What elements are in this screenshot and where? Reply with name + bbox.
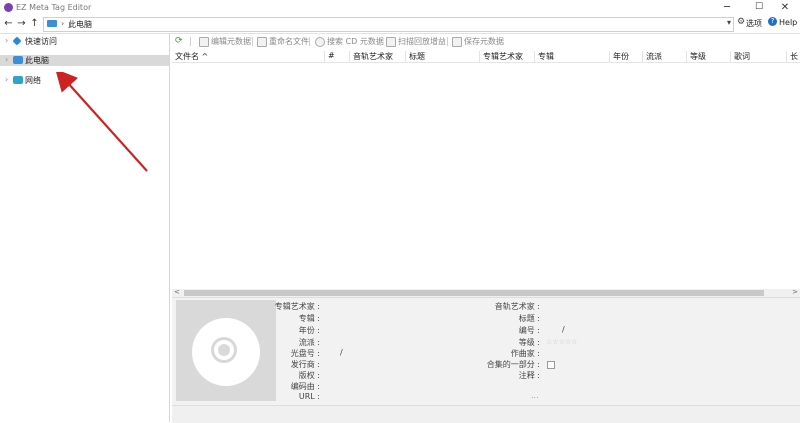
tree-item-quick-access[interactable]: › 快速访问	[0, 36, 169, 47]
save-metadata-button[interactable]: 保存元数据	[452, 36, 504, 47]
year-label: 年份 :	[298, 326, 320, 335]
album-artist-label: 专辑艺术家 :	[274, 302, 320, 311]
toolbar-label: 重命名文件	[269, 37, 309, 46]
toolbar-label: 搜索 CD 元数据	[327, 37, 384, 46]
help-icon[interactable]: ?	[768, 17, 777, 26]
options-button[interactable]: 选项	[746, 18, 762, 29]
url-label: URL :	[298, 392, 320, 401]
rating-label: 等级 :	[518, 338, 540, 347]
disc-number-value[interactable]: /	[340, 348, 343, 357]
disc-number-label: 光盘号 :	[290, 349, 320, 358]
search-cd-metadata-button[interactable]: 搜索 CD 元数据	[315, 36, 384, 47]
edit-icon	[199, 36, 209, 47]
computer-icon	[47, 20, 57, 27]
app-logo-icon	[4, 3, 13, 12]
publisher-label: 发行商 :	[290, 360, 320, 369]
toolbar-separator	[447, 37, 448, 46]
chevron-right-icon[interactable]: ›	[5, 55, 8, 64]
computer-icon	[13, 56, 23, 64]
track-number-label: 编号 :	[518, 326, 540, 335]
toolbar-label: 扫描回放增益	[398, 37, 446, 46]
save-icon	[452, 36, 462, 47]
album-label: 专辑 :	[298, 314, 320, 323]
track-artist-label: 音轨艺术家 :	[494, 302, 540, 311]
part-of-compilation-label: 合集的一部分 :	[486, 360, 540, 369]
toolbar-separator	[380, 37, 381, 46]
chevron-right-icon[interactable]: ›	[5, 75, 8, 84]
toolbar-separator	[309, 37, 310, 46]
composer-label: 作曲家 :	[510, 349, 540, 358]
window-title: EZ Meta Tag Editor	[16, 3, 92, 12]
scan-replay-gain-button[interactable]: 扫描回放增益	[386, 36, 446, 47]
rating-stars[interactable]: ☆☆☆☆☆	[546, 337, 577, 346]
scan-icon	[386, 36, 396, 47]
tree-item-this-pc[interactable]: › 此电脑	[0, 55, 169, 66]
scrollbar-thumb[interactable]	[184, 290, 764, 296]
file-table-header: 文件名 ^ # 音轨艺术家 标题 专辑艺术家 专辑 年份 流派 等级 歌词 长	[172, 50, 800, 63]
toolbar-separator	[252, 37, 253, 46]
column-header-filename[interactable]: 文件名 ^	[172, 51, 208, 62]
chevron-right-icon[interactable]: ›	[5, 36, 8, 45]
cd-icon	[315, 36, 325, 47]
star-icon[interactable]: ☆	[571, 338, 577, 346]
scroll-left-icon[interactable]: <	[174, 288, 180, 296]
column-header-track-number[interactable]: #	[324, 51, 335, 62]
column-header-lyrics[interactable]: 歌词	[730, 51, 750, 62]
toolbar-separator	[190, 37, 191, 46]
column-header-track-artist[interactable]: 音轨艺术家	[349, 51, 393, 62]
toolbar-label: 编辑元数据	[211, 37, 251, 46]
encoded-by-label: 编码由 :	[290, 382, 320, 391]
tree-item-label: 快速访问	[25, 37, 57, 46]
tree-item-label: 网络	[25, 76, 41, 85]
column-header-rating[interactable]: 等级	[686, 51, 706, 62]
close-button[interactable]: ✕	[773, 1, 797, 14]
compilation-checkbox[interactable]	[547, 361, 555, 369]
column-header-genre[interactable]: 流派	[642, 51, 662, 62]
horizontal-scrollbar[interactable]: < >	[172, 288, 800, 297]
title-bar: EZ Meta Tag Editor ─ ☐ ✕	[0, 0, 800, 15]
track-number-value[interactable]: /	[562, 325, 565, 334]
back-button[interactable]: ←	[3, 17, 14, 30]
network-icon	[13, 76, 23, 84]
column-header-album[interactable]: 专辑	[534, 51, 554, 62]
breadcrumb-separator[interactable]: ›	[89, 19, 92, 28]
cd-hole-icon	[218, 344, 230, 356]
genre-label: 流派 :	[298, 338, 320, 347]
annotation-arrow	[55, 72, 148, 172]
chevron-down-icon[interactable]: ▾	[727, 18, 731, 27]
maximize-button[interactable]: ☐	[747, 1, 771, 14]
minimize-button[interactable]: ─	[715, 1, 739, 14]
navigation-bar: ← → ↑ › 此电脑 › ▾	[0, 15, 800, 34]
rename-files-button[interactable]: 重命名文件	[257, 36, 309, 47]
column-header-album-artist[interactable]: 专辑艺术家	[479, 51, 523, 62]
column-header-length[interactable]: 长	[786, 51, 798, 62]
help-button[interactable]: Help	[779, 18, 797, 27]
refresh-icon[interactable]: ⟳	[175, 37, 184, 46]
edit-metadata-button[interactable]: 编辑元数据	[199, 36, 251, 47]
breadcrumb-separator: ›	[61, 19, 65, 28]
address-bar[interactable]: › 此电脑 › ▾	[43, 17, 734, 32]
star-icon	[12, 36, 22, 46]
tree-item-label: 此电脑	[25, 56, 49, 65]
options-icon[interactable]: ⚙	[737, 17, 745, 27]
forward-button[interactable]: →	[16, 17, 27, 30]
status-bar	[172, 405, 800, 423]
up-button[interactable]: ↑	[29, 17, 40, 30]
column-header-year[interactable]: 年份	[609, 51, 629, 62]
copyright-label: 版权 :	[298, 371, 320, 380]
title-label: 标题 :	[518, 314, 540, 323]
column-header-title[interactable]: 标题	[405, 51, 425, 62]
toolbar-label: 保存元数据	[464, 37, 504, 46]
scroll-right-icon[interactable]: >	[792, 288, 798, 296]
comment-label: 注释 :	[518, 371, 540, 380]
rename-icon	[257, 36, 267, 47]
more-indicator: ...	[531, 391, 539, 400]
